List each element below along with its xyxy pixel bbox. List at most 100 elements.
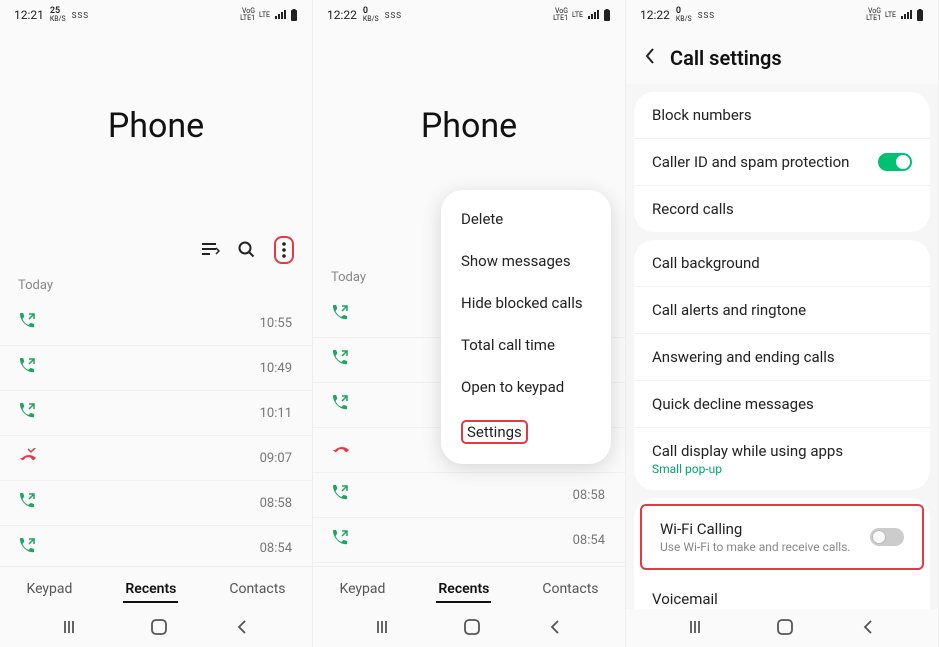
status-sss: SSS [698,11,715,20]
outgoing-call-icon [333,530,353,550]
call-time: 08:58 [260,496,292,511]
call-row[interactable]: 08:54 [0,526,312,566]
nav-home-icon[interactable] [777,619,793,635]
nav-recents-icon[interactable] [690,620,708,634]
outgoing-call-icon [20,358,40,378]
row-alerts-ringtone[interactable]: Call alerts and ringtone [634,287,930,334]
outgoing-call-icon [333,485,353,505]
tab-keypad[interactable]: Keypad [24,577,74,603]
menu-delete[interactable]: Delete [441,198,611,240]
battery-icon [603,9,611,21]
call-time: 08:58 [573,488,605,503]
nav-home-icon[interactable] [151,619,167,635]
toggle-wifi-calling[interactable] [870,528,904,546]
settings-group-2: Call background Call alerts and ringtone… [634,240,930,490]
screen-phone-menu-open: 12:22 0KB/S SSS VoGLTE1 LTE Phone Today [313,0,626,647]
signal-icon [900,10,912,20]
status-right: VoGLTE1 LTE [866,8,924,22]
signal-icon [587,10,599,20]
menu-settings-highlighted[interactable]: Settings [441,408,611,456]
back-icon[interactable] [644,46,656,70]
signal-icon [274,10,286,20]
row-label: Call background [652,254,760,272]
nav-back-icon[interactable] [862,619,874,635]
status-kbps: 25KB/S [50,7,66,23]
system-navbar [626,609,938,647]
status-bar: 12:22 0KB/S SSS VoGLTE1 LTE [626,0,938,26]
row-label: Answering and ending calls [652,348,835,366]
filter-icon[interactable] [202,243,220,257]
row-wifi-calling-highlighted: Wi-Fi Calling Use Wi-Fi to make and rece… [640,504,924,570]
settings-title: Call settings [670,46,782,70]
toolbar [0,236,312,272]
status-time: 12:22 [640,8,670,22]
row-label: Record calls [652,200,734,218]
menu-hide-blocked[interactable]: Hide blocked calls [441,282,611,324]
call-row[interactable]: 08:54 [313,518,625,563]
status-right: VoGLTE1 LTE [240,8,298,22]
row-sublabel: Small pop-up [652,462,843,476]
nav-recents-icon[interactable] [377,620,395,634]
row-quick-decline[interactable]: Quick decline messages [634,381,930,428]
row-label: Voicemail [652,590,718,608]
tab-recents[interactable]: Recents [123,577,178,603]
settings-body[interactable]: Block numbers Caller ID and spam protect… [626,84,938,609]
menu-open-to-keypad[interactable]: Open to keypad [441,366,611,408]
call-row[interactable]: 09:07 [0,436,312,481]
search-icon[interactable] [238,241,256,259]
row-wifi-calling[interactable]: Wi-Fi Calling Use Wi-Fi to make and rece… [642,506,922,568]
status-bar: 12:21 25KB/S SSS VoGLTE1 LTE [0,0,312,26]
page-title: Phone [0,106,312,146]
battery-icon [290,9,298,21]
call-time: 09:07 [260,451,292,466]
row-answering-ending[interactable]: Answering and ending calls [634,334,930,381]
nav-recents-icon[interactable] [64,620,82,634]
row-label: Wi-Fi Calling [660,520,851,538]
toggle-caller-id[interactable] [878,153,912,171]
row-caller-id[interactable]: Caller ID and spam protection [634,139,930,186]
call-row[interactable]: 10:11 [0,391,312,436]
row-block-numbers[interactable]: Block numbers [634,92,930,139]
section-today: Today [0,272,312,301]
tabbar: Keypad Recents Contacts [0,566,312,609]
settings-header: Call settings [626,26,938,84]
status-kbps: 0KB/S [363,7,379,23]
call-row[interactable]: 10:49 [0,346,312,391]
status-right: VoGLTE1 LTE [553,8,611,22]
outgoing-call-icon [20,538,40,558]
row-label: Quick decline messages [652,395,814,413]
call-row[interactable]: 08:58 [0,481,312,526]
call-time: 10:11 [260,406,292,421]
settings-group-1: Block numbers Caller ID and spam protect… [634,92,930,232]
nav-back-icon[interactable] [549,619,561,635]
page-title: Phone [313,106,625,146]
call-row[interactable]: 10:55 [0,301,312,346]
menu-show-messages[interactable]: Show messages [441,240,611,282]
tab-contacts[interactable]: Contacts [227,577,287,603]
status-time: 12:21 [14,8,44,22]
call-time: 10:55 [260,316,292,331]
tab-keypad[interactable]: Keypad [337,577,387,603]
status-sss: SSS [72,11,89,20]
status-kbps: 0KB/S [676,7,692,23]
more-menu-button-highlighted[interactable] [274,236,294,264]
call-row[interactable]: 08:58 [313,473,625,518]
system-navbar [0,609,312,647]
row-label: Caller ID and spam protection [652,153,849,171]
overflow-menu: Delete Show messages Hide blocked calls … [441,190,611,464]
outgoing-call-icon [20,493,40,513]
row-voicemail[interactable]: Voicemail [634,576,930,609]
nav-back-icon[interactable] [236,619,248,635]
screen-call-settings: 12:22 0KB/S SSS VoGLTE1 LTE Call setting… [626,0,939,647]
nav-home-icon[interactable] [464,619,480,635]
menu-total-call-time[interactable]: Total call time [441,324,611,366]
outgoing-call-icon [20,313,40,333]
row-record-calls[interactable]: Record calls [634,186,930,232]
row-call-display[interactable]: Call display while using apps Small pop-… [634,428,930,490]
row-call-background[interactable]: Call background [634,240,930,287]
outgoing-call-icon [333,395,353,415]
missed-call-icon [333,440,353,460]
tab-recents[interactable]: Recents [436,577,491,603]
outgoing-call-icon [333,350,353,370]
tab-contacts[interactable]: Contacts [540,577,600,603]
